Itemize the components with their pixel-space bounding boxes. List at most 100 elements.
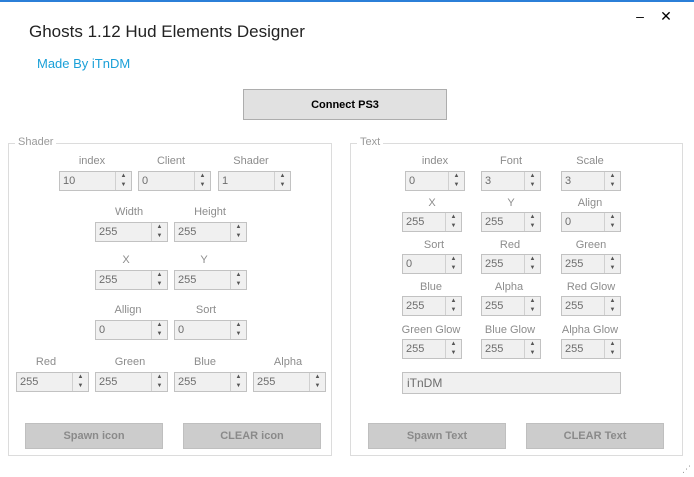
text-align-stepper[interactable]: 0 ▲ ▼ [561, 212, 621, 232]
chevron-down-icon[interactable]: ▼ [116, 181, 131, 190]
chevron-up-icon[interactable]: ▲ [231, 271, 246, 280]
chevron-up-icon[interactable]: ▲ [605, 297, 620, 306]
chevron-up-icon[interactable]: ▲ [231, 223, 246, 232]
chevron-down-icon[interactable]: ▼ [231, 232, 246, 241]
shader-index-stepper[interactable]: 10 ▲ ▼ [59, 171, 132, 191]
chevron-down-icon[interactable]: ▼ [605, 306, 620, 315]
chevron-down-icon[interactable]: ▼ [525, 349, 540, 358]
chevron-up-icon[interactable]: ▲ [446, 213, 461, 222]
chevron-down-icon[interactable]: ▼ [525, 264, 540, 273]
chevron-down-icon[interactable]: ▼ [231, 330, 246, 339]
clear-text-button[interactable]: CLEAR Text [526, 423, 664, 449]
shader-allign-stepper[interactable]: 0 ▲ ▼ [95, 320, 168, 340]
chevron-down-icon[interactable]: ▼ [195, 181, 210, 190]
chevron-down-icon[interactable]: ▼ [231, 280, 246, 289]
text-green-glow-stepper[interactable]: 255 ▲ ▼ [402, 339, 462, 359]
shader-sort-stepper[interactable]: 0 ▲ ▼ [174, 320, 247, 340]
text-green-stepper[interactable]: 255 ▲ ▼ [561, 254, 621, 274]
text-index-stepper[interactable]: 0 ▲ ▼ [405, 171, 465, 191]
shader-y-stepper[interactable]: 255 ▲ ▼ [174, 270, 247, 290]
chevron-up-icon[interactable]: ▲ [525, 213, 540, 222]
text-sort-stepper[interactable]: 0 ▲ ▼ [402, 254, 462, 274]
chevron-up-icon[interactable]: ▲ [152, 321, 167, 330]
close-icon[interactable]: ✕ [656, 8, 676, 25]
chevron-up-icon[interactable]: ▲ [231, 321, 246, 330]
minimize-icon[interactable]: – [630, 8, 650, 24]
chevron-down-icon[interactable]: ▼ [152, 330, 167, 339]
text-y-label: Y [507, 197, 515, 209]
chevron-up-icon[interactable]: ▲ [525, 255, 540, 264]
text-blue-glow-stepper[interactable]: 255 ▲ ▼ [481, 339, 541, 359]
spawn-icon-button[interactable]: Spawn icon [25, 423, 163, 449]
chevron-down-icon[interactable]: ▼ [446, 306, 461, 315]
chevron-up-icon[interactable]: ▲ [310, 373, 325, 382]
clear-icon-button[interactable]: CLEAR icon [183, 423, 321, 449]
chevron-down-icon[interactable]: ▼ [275, 181, 290, 190]
chevron-down-icon[interactable]: ▼ [231, 382, 246, 391]
chevron-up-icon[interactable]: ▲ [525, 340, 540, 349]
chevron-up-icon[interactable]: ▲ [152, 223, 167, 232]
text-y-stepper[interactable]: 255 ▲ ▼ [481, 212, 541, 232]
text-alpha-glow-stepper[interactable]: 255 ▲ ▼ [561, 339, 621, 359]
text-scale-stepper[interactable]: 3 ▲ ▼ [561, 171, 621, 191]
shader-x-stepper[interactable]: 255 ▲ ▼ [95, 270, 168, 290]
resize-grip-icon[interactable]: ⋰ [682, 465, 691, 474]
chevron-up-icon[interactable]: ▲ [605, 213, 620, 222]
shader-client-stepper[interactable]: 0 ▲ ▼ [138, 171, 211, 191]
connect-ps3-button[interactable]: Connect PS3 [243, 89, 447, 120]
chevron-up-icon[interactable]: ▲ [73, 373, 88, 382]
chevron-up-icon[interactable]: ▲ [446, 340, 461, 349]
chevron-down-icon[interactable]: ▼ [605, 349, 620, 358]
chevron-up-icon[interactable]: ▲ [446, 297, 461, 306]
shader-height-label: Height [194, 206, 226, 218]
shader-alpha-stepper[interactable]: 255 ▲ ▼ [253, 372, 326, 392]
chevron-up-icon[interactable]: ▲ [605, 172, 620, 181]
chevron-down-icon[interactable]: ▼ [449, 181, 464, 190]
text-red-label: Red [499, 239, 521, 251]
chevron-down-icon[interactable]: ▼ [605, 264, 620, 273]
chevron-down-icon[interactable]: ▼ [446, 349, 461, 358]
shader-width-stepper[interactable]: 255 ▲ ▼ [95, 222, 168, 242]
chevron-up-icon[interactable]: ▲ [152, 271, 167, 280]
chevron-down-icon[interactable]: ▼ [152, 382, 167, 391]
chevron-down-icon[interactable]: ▼ [605, 222, 620, 231]
text-red-glow-stepper[interactable]: 255 ▲ ▼ [561, 296, 621, 316]
chevron-up-icon[interactable]: ▲ [605, 340, 620, 349]
chevron-down-icon[interactable]: ▼ [525, 181, 540, 190]
shader-red-stepper[interactable]: 255 ▲ ▼ [16, 372, 89, 392]
chevron-up-icon[interactable]: ▲ [195, 172, 210, 181]
app-window: Ghosts 1.12 Hud Elements Designer Made B… [0, 0, 694, 477]
shader-blue-stepper[interactable]: 255 ▲ ▼ [174, 372, 247, 392]
chevron-down-icon[interactable]: ▼ [525, 222, 540, 231]
chevron-up-icon[interactable]: ▲ [152, 373, 167, 382]
chevron-down-icon[interactable]: ▼ [152, 280, 167, 289]
chevron-down-icon[interactable]: ▼ [446, 264, 461, 273]
chevron-up-icon[interactable]: ▲ [231, 373, 246, 382]
text-red-stepper[interactable]: 255 ▲ ▼ [481, 254, 541, 274]
shader-shader-label: Shader [233, 155, 269, 167]
chevron-up-icon[interactable]: ▲ [449, 172, 464, 181]
chevron-up-icon[interactable]: ▲ [446, 255, 461, 264]
chevron-down-icon[interactable]: ▼ [310, 382, 325, 391]
shader-green-stepper[interactable]: 255 ▲ ▼ [95, 372, 168, 392]
text-font-stepper[interactable]: 3 ▲ ▼ [481, 171, 541, 191]
shader-height-stepper[interactable]: 255 ▲ ▼ [174, 222, 247, 242]
text-x-stepper[interactable]: 255 ▲ ▼ [402, 212, 462, 232]
chevron-up-icon[interactable]: ▲ [605, 255, 620, 264]
spawn-text-button[interactable]: Spawn Text [368, 423, 506, 449]
chevron-down-icon[interactable]: ▼ [446, 222, 461, 231]
chevron-up-icon[interactable]: ▲ [275, 172, 290, 181]
text-alpha-stepper[interactable]: 255 ▲ ▼ [481, 296, 541, 316]
chevron-down-icon[interactable]: ▼ [605, 181, 620, 190]
text-content-input[interactable]: iTnDM [402, 372, 621, 394]
chevron-down-icon[interactable]: ▼ [525, 306, 540, 315]
text-index-label: index [421, 155, 449, 167]
text-blue-stepper[interactable]: 255 ▲ ▼ [402, 296, 462, 316]
chevron-up-icon[interactable]: ▲ [525, 172, 540, 181]
shader-shader-stepper[interactable]: 1 ▲ ▼ [218, 171, 291, 191]
text-x-label: X [428, 197, 436, 209]
chevron-up-icon[interactable]: ▲ [116, 172, 131, 181]
chevron-up-icon[interactable]: ▲ [525, 297, 540, 306]
chevron-down-icon[interactable]: ▼ [73, 382, 88, 391]
chevron-down-icon[interactable]: ▼ [152, 232, 167, 241]
